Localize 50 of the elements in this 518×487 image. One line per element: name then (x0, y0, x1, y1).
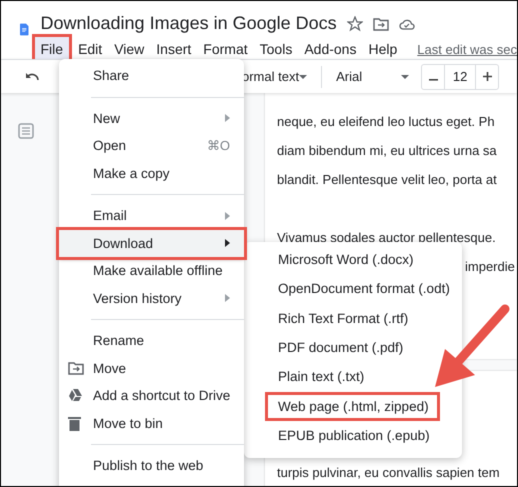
menu-item[interactable]: Move (59, 354, 244, 382)
menu-item[interactable]: Microsoft Word (.docx) (278, 252, 414, 268)
menu-item[interactable]: Download (59, 230, 244, 257)
menu-item[interactable]: Email (59, 202, 244, 230)
menu-item[interactable]: EPUB publication (.epub) (278, 428, 430, 443)
caret-icon (299, 74, 308, 78)
trash-icon (68, 416, 81, 431)
outline-icon (18, 123, 34, 139)
menu-item[interactable]: Rich Text Format (.rtf) (278, 310, 408, 326)
star-icon (346, 16, 363, 32)
menu-item[interactable]: PDF document (.pdf) (278, 340, 404, 356)
menu-item[interactable]: Plain text (.txt) (278, 369, 364, 384)
document-title[interactable]: Downloading Images in Google Docs (40, 13, 337, 34)
folder-icon (372, 16, 389, 30)
document-text-line: Vivamus sodales auctor pellentesque. (277, 229, 497, 247)
cloud-icon (398, 18, 415, 30)
menu-item[interactable]: Publish to the web (59, 452, 244, 480)
menu-item[interactable]: Share (59, 62, 244, 90)
menu-tab[interactable]: Format (197, 37, 254, 61)
menu-tab[interactable]: Insert (150, 37, 198, 61)
menu-item[interactable]: Move to bin (59, 410, 244, 437)
undo-icon (25, 72, 39, 82)
last-edit-link[interactable]: Last edit was sec (417, 42, 517, 56)
menu-tab[interactable]: Edit (72, 37, 108, 61)
document-text-line: imperdie (465, 259, 515, 274)
minus-icon (428, 79, 438, 81)
menu-item[interactable]: OpenDocument format (.odt) (278, 281, 450, 296)
menu-item[interactable]: New (59, 104, 244, 132)
document-text-line: diam bibendum mi, eu ultrices urna sa (277, 142, 498, 160)
folder-icon (68, 361, 84, 376)
menu-item[interactable]: Web page (.html, zipped) (268, 394, 437, 418)
menu-tab[interactable]: View (108, 37, 150, 61)
plus-icon (482, 72, 492, 81)
shortcut-label: ⌘O (206, 138, 230, 154)
menu-tab[interactable]: Add-ons (298, 37, 362, 61)
menu-item[interactable]: Open ⌘O (59, 132, 244, 160)
document-text-line: turpis pulvinar, eu convallis sapien tem (277, 464, 501, 482)
drive-icon (68, 388, 84, 404)
menu-tab[interactable]: File (34, 37, 70, 61)
caret-icon (401, 74, 410, 78)
menu-item[interactable]: Add a shortcut to Drive (59, 382, 244, 410)
document-text-line: neque, eu eleifend leo luctus eget. Ph (277, 113, 496, 131)
menu-item[interactable]: Version history (59, 284, 244, 312)
menu-item[interactable]: Rename (59, 327, 244, 354)
menu-item[interactable]: Make available offline (59, 257, 244, 284)
font-dropdown[interactable]: Arial (336, 69, 402, 84)
menu-tab[interactable]: Help (362, 37, 404, 61)
menu-item[interactable]: Make a copy (59, 160, 244, 187)
menu-tab[interactable]: Tools (254, 37, 298, 61)
document-text-line: blandit. Pellentesque velit leo, porta at (277, 171, 498, 189)
